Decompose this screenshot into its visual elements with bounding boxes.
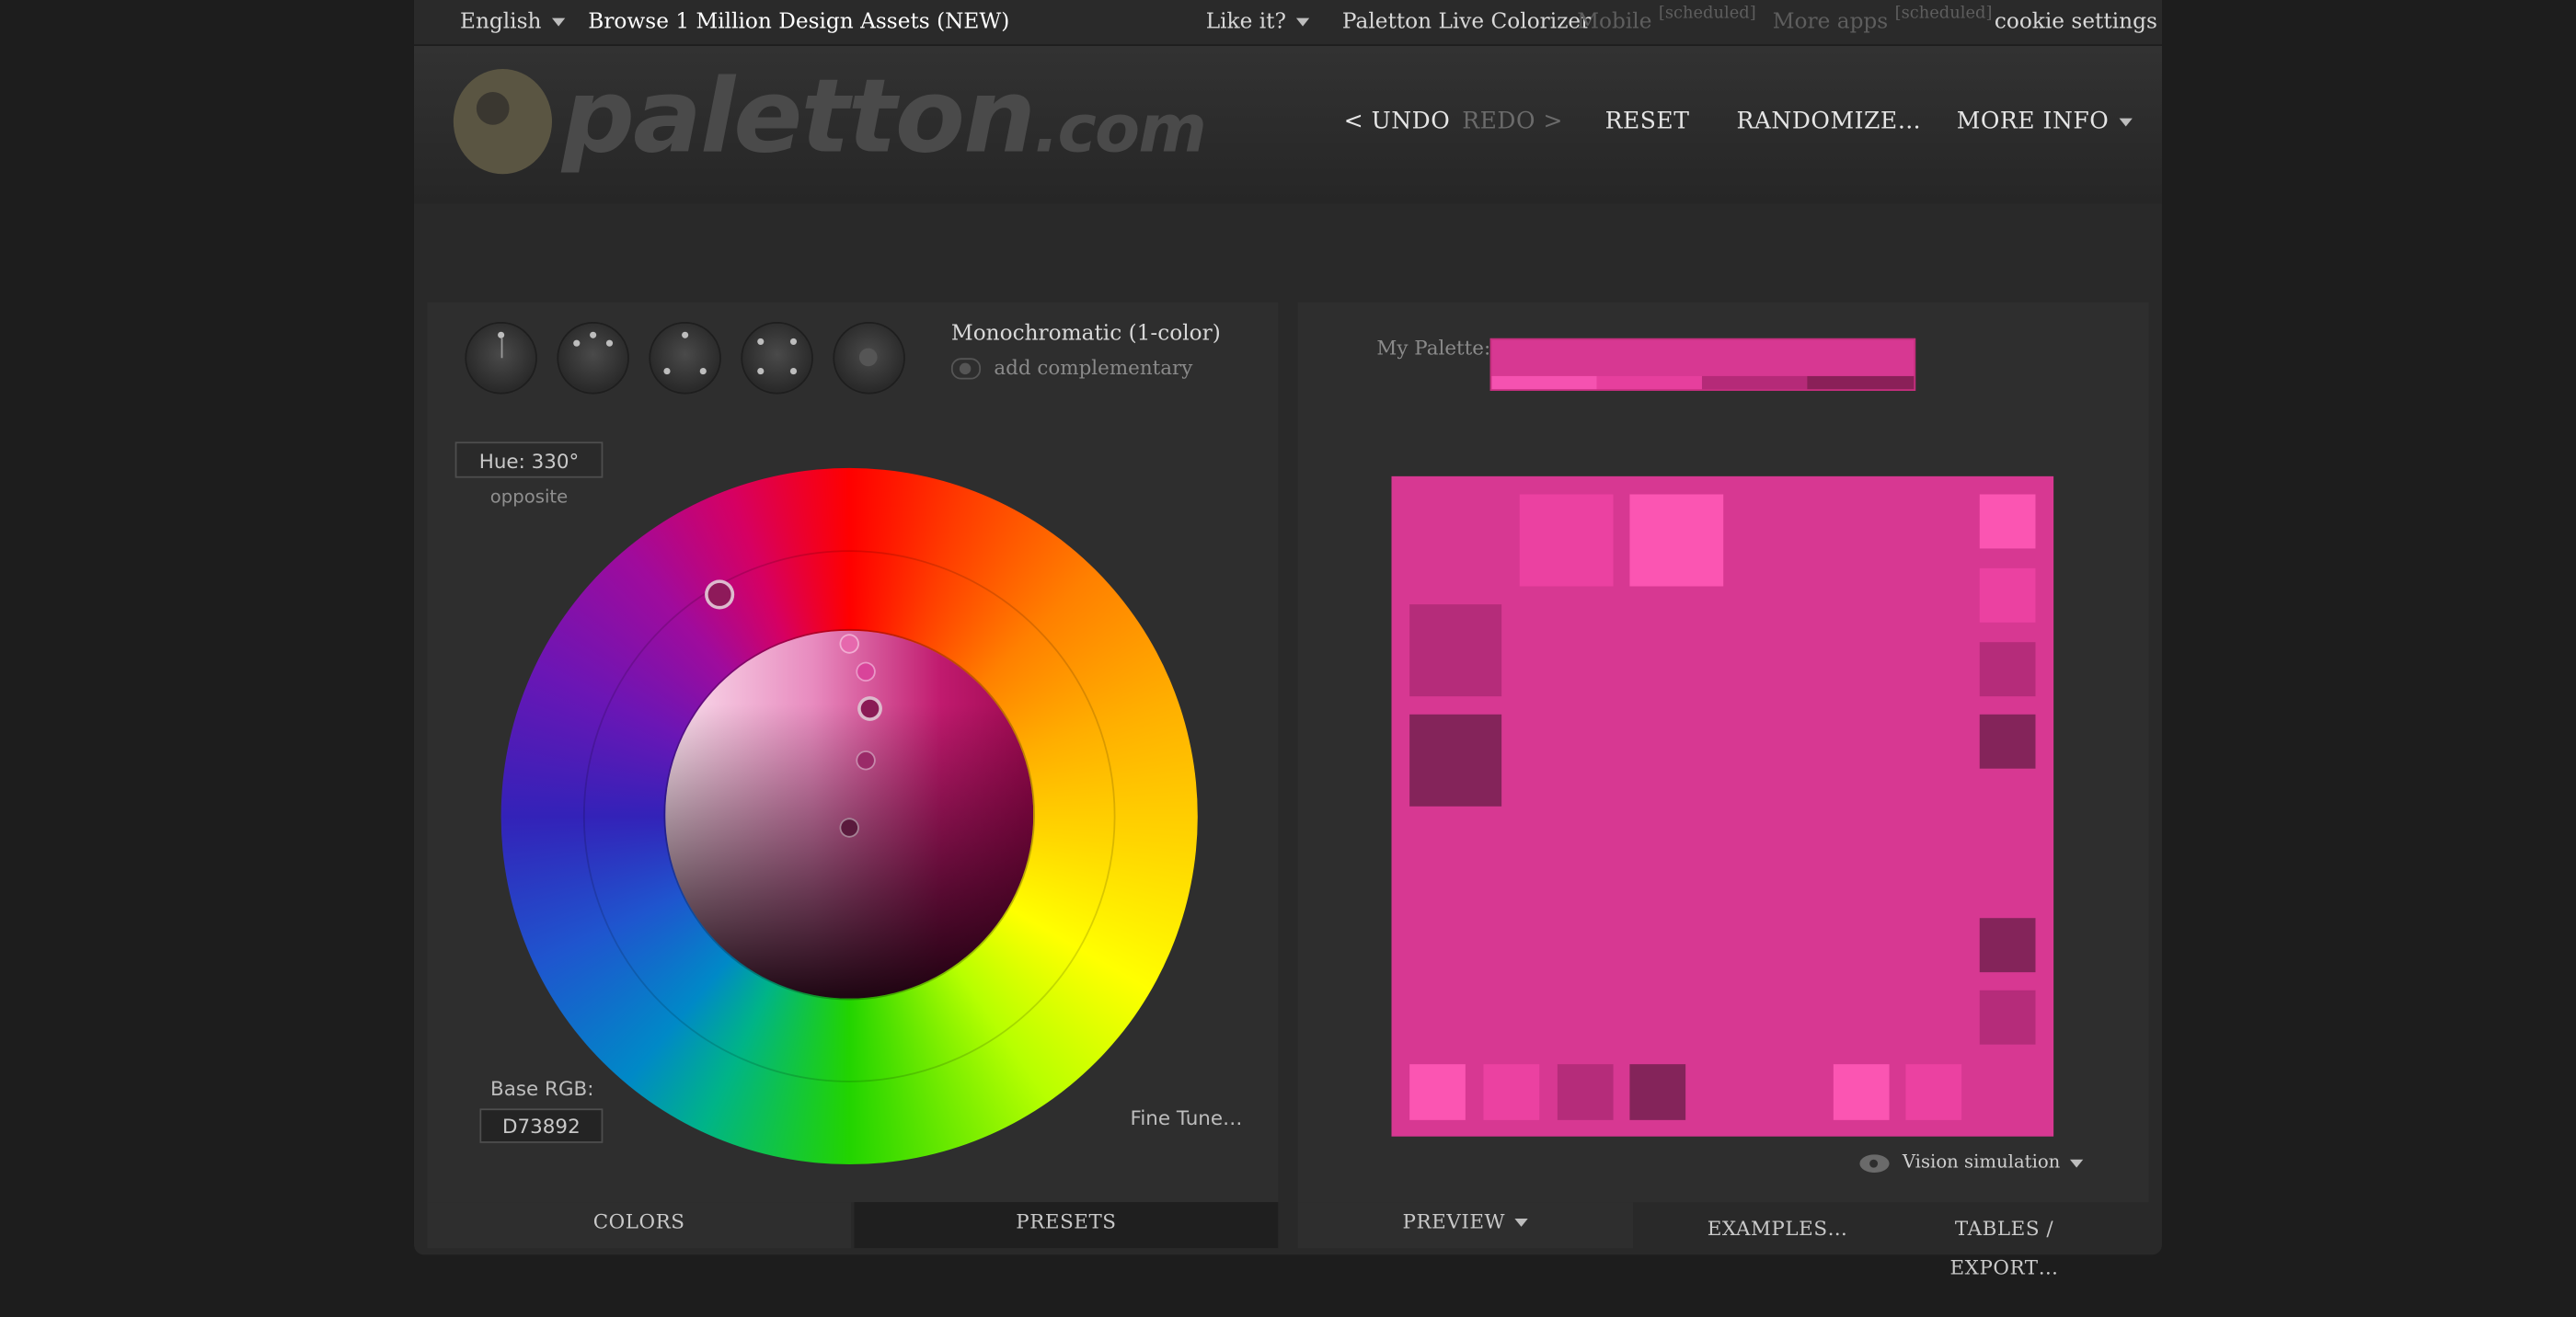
preview-swatch <box>1519 494 1614 587</box>
base-rgb-label: Base RGB: <box>490 1077 594 1101</box>
vision-simulation-menu[interactable]: Vision simulation <box>1859 1151 2084 1173</box>
logo[interactable]: paletton.com <box>453 56 1207 188</box>
preview-swatch <box>1979 714 2036 769</box>
tab-tables-export[interactable]: TABLES / EXPORT… <box>1897 1208 2110 1279</box>
gear-icon <box>858 348 878 367</box>
tab-presets[interactable]: PRESETS <box>854 1202 1279 1249</box>
header: paletton.com < UNDO REDO > RESET RANDOMI… <box>413 45 2162 204</box>
freestyle-scheme-button[interactable] <box>833 321 905 395</box>
palette-swatch[interactable] <box>1596 375 1702 390</box>
preview-swatch <box>1979 567 2036 623</box>
preview-swatch <box>1979 642 2036 697</box>
reset-button[interactable]: RESET <box>1605 109 1690 135</box>
add-complementary-toggle[interactable]: add complementary <box>950 356 1192 380</box>
opposite-link[interactable]: opposite <box>455 487 604 508</box>
browse-assets-link[interactable]: Browse 1 Million Design Assets (NEW) <box>588 10 1009 35</box>
more-info-menu[interactable]: MORE INFO <box>1957 109 2133 134</box>
preview-swatch <box>1833 1064 1890 1120</box>
fine-tune-button[interactable]: Fine Tune… <box>1131 1107 1243 1130</box>
randomize-button[interactable]: RANDOMIZE… <box>1736 109 1921 135</box>
logo-mark-icon <box>453 68 552 175</box>
preview-swatch <box>1629 494 1724 587</box>
tetrad-scheme-button[interactable] <box>741 321 813 395</box>
eye-icon <box>1859 1153 1890 1173</box>
preview-swatch <box>1409 1064 1466 1120</box>
logo-main: paletton <box>561 55 1036 177</box>
mono-scheme-button[interactable] <box>465 321 537 395</box>
preview-swatch <box>1483 1064 1540 1120</box>
tetrad-icon <box>757 338 765 345</box>
logo-tld: .com <box>1034 91 1207 168</box>
palette-swatch[interactable] <box>1491 375 1597 390</box>
preview-swatch <box>1629 1064 1686 1120</box>
preview-swatch <box>1905 1064 1962 1120</box>
toggle-icon <box>950 358 982 380</box>
undo-button[interactable]: < UNDO <box>1344 109 1451 135</box>
live-colorizer-link[interactable]: Paletton Live Colorizer <box>1342 10 1591 35</box>
saturation-lightness-disc[interactable] <box>665 630 1034 999</box>
tab-preview[interactable]: PREVIEW <box>1297 1202 1633 1249</box>
base-color-handle[interactable] <box>857 696 882 721</box>
redo-button[interactable]: REDO > <box>1462 109 1563 135</box>
preview-swatch <box>1557 1064 1614 1120</box>
adjacent-icon <box>590 331 597 338</box>
shade-handle[interactable] <box>839 818 859 838</box>
top-bar: English Browse 1 Million Design Assets (… <box>413 0 2162 45</box>
preview-swatch <box>1979 918 2036 973</box>
chevron-down-icon <box>551 17 565 27</box>
preview-swatch <box>1979 990 2036 1045</box>
shade-handle[interactable] <box>856 750 876 771</box>
chevron-down-icon <box>1295 17 1309 27</box>
my-palette-label: My Palette: <box>1376 337 1491 361</box>
language-select[interactable]: English <box>460 10 565 34</box>
like-it-menu[interactable]: Like it? <box>1206 10 1309 34</box>
chevron-down-icon <box>2119 117 2133 126</box>
preview-swatch <box>1409 714 1502 807</box>
cookie-settings-link[interactable]: cookie settings <box>1995 10 2157 35</box>
preview-swatch <box>1979 494 2036 549</box>
more-apps-link[interactable]: More apps [scheduled] <box>1773 5 1993 34</box>
shade-handle[interactable] <box>856 661 876 682</box>
my-palette-swatch[interactable] <box>1489 338 1916 391</box>
adjacent-scheme-button[interactable] <box>557 321 629 395</box>
tab-colors[interactable]: COLORS <box>427 1202 851 1249</box>
chevron-down-icon <box>1514 1218 1529 1227</box>
preview-swatch <box>1409 604 1502 697</box>
mobile-link[interactable]: Mobile [scheduled] <box>1577 5 1755 34</box>
triad-scheme-button[interactable] <box>649 321 721 395</box>
palette-swatch[interactable] <box>1701 375 1808 390</box>
palette-swatch[interactable] <box>1807 375 1915 390</box>
chevron-down-icon <box>2070 1158 2084 1167</box>
hue-field[interactable]: Hue: 330° <box>454 441 604 478</box>
base-rgb-input[interactable]: D73892 <box>479 1108 604 1143</box>
hue-handle[interactable] <box>705 579 735 610</box>
tab-examples[interactable]: EXAMPLES… <box>1692 1208 1863 1254</box>
triad-icon <box>682 331 689 338</box>
shade-handle[interactable] <box>839 634 859 654</box>
preview-canvas <box>1391 475 2054 1137</box>
scheme-title: Monochromatic (1-color) <box>950 321 1221 347</box>
mono-icon <box>498 331 505 338</box>
